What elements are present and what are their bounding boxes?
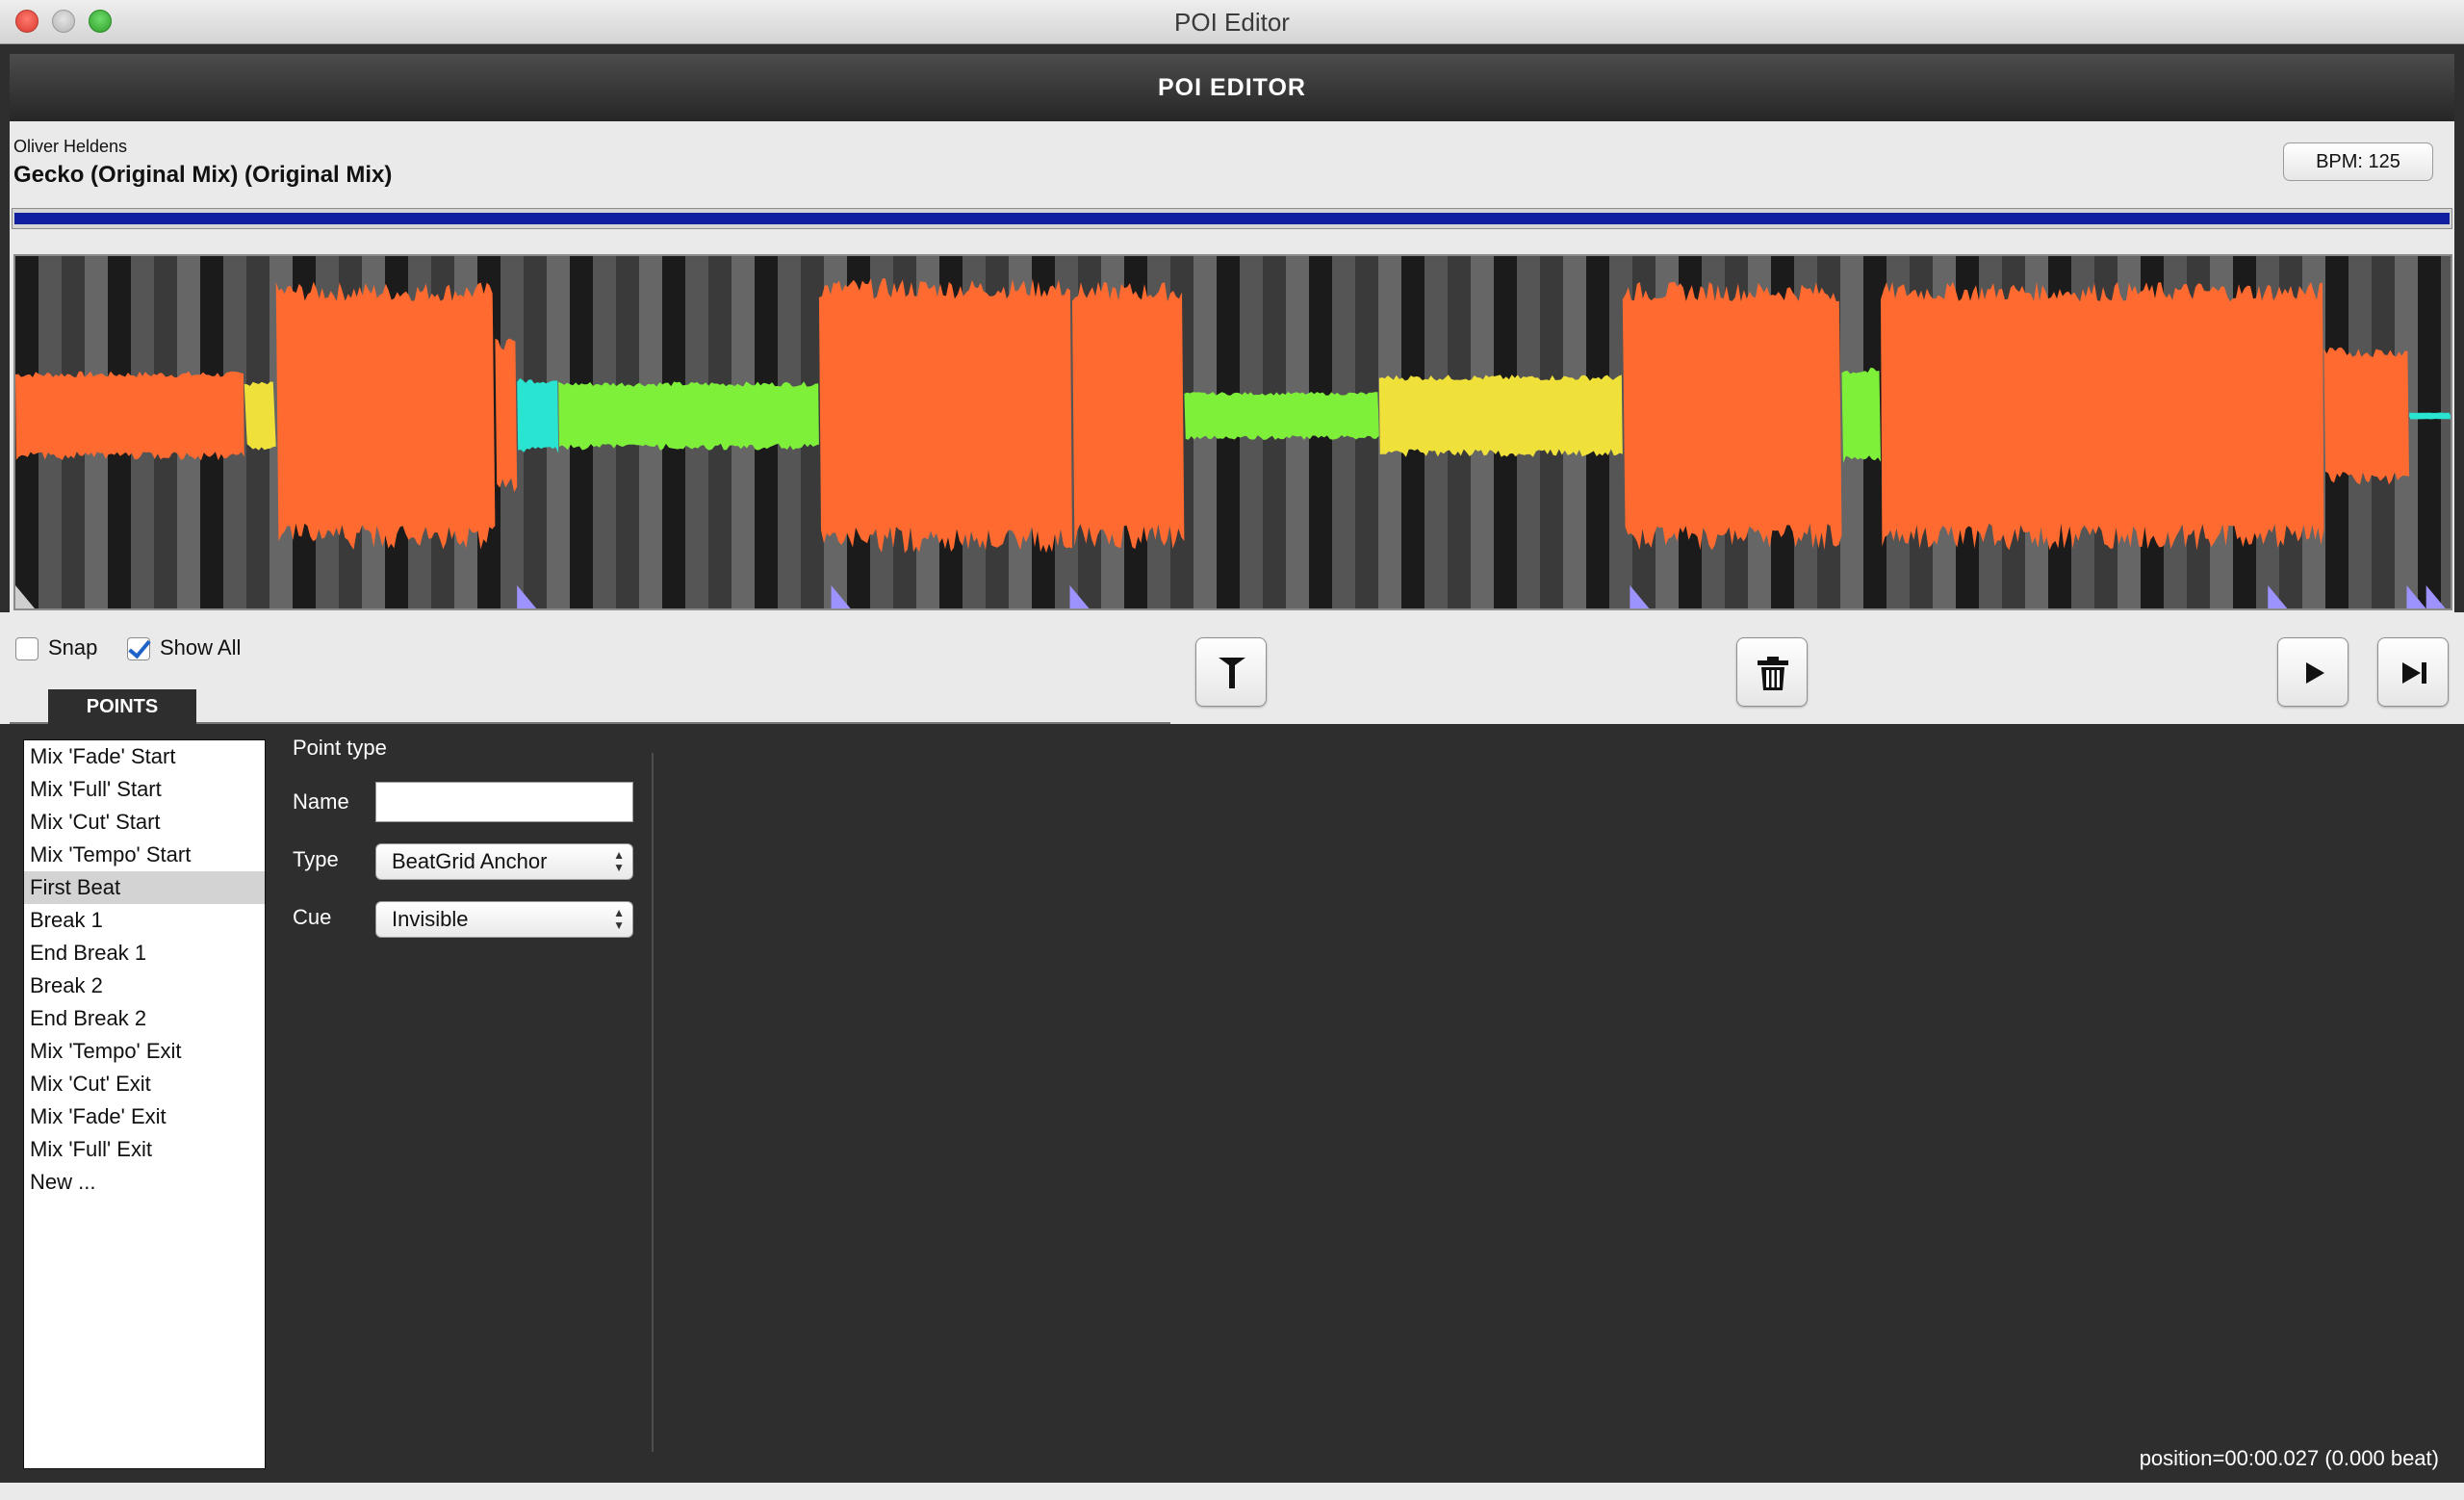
- window-title: POI Editor: [1174, 8, 1290, 37]
- track-progress-bar[interactable]: [12, 208, 2452, 229]
- list-item[interactable]: Mix 'Cut' Exit: [24, 1068, 265, 1100]
- waveform-section: [558, 381, 819, 451]
- list-item[interactable]: First Beat: [24, 871, 265, 904]
- list-item[interactable]: Mix 'Cut' Start: [24, 806, 265, 839]
- list-item[interactable]: New ...: [24, 1166, 265, 1199]
- waveform-section: [1072, 281, 1185, 550]
- track-progress-fill: [14, 213, 2450, 224]
- waveform-section: [244, 381, 276, 451]
- waveform-section: [1622, 281, 1842, 551]
- waveform-section: [2323, 347, 2409, 485]
- trash-icon: [1758, 657, 1788, 690]
- skip-next-icon: [2402, 662, 2426, 684]
- tab-points[interactable]: POINTS: [48, 689, 196, 724]
- select-arrows-icon: ▲ ▼: [613, 906, 625, 932]
- bpm-button[interactable]: BPM: 125: [2283, 142, 2433, 181]
- cue-select[interactable]: Invisible ▲ ▼: [375, 901, 633, 938]
- list-item[interactable]: Mix 'Tempo' Exit: [24, 1035, 265, 1068]
- name-input[interactable]: [375, 782, 633, 822]
- track-info: Oliver Heldens Gecko (Original Mix) (Ori…: [10, 121, 2454, 254]
- list-item[interactable]: Mix 'Fade' Exit: [24, 1100, 265, 1133]
- delete-point-button[interactable]: [1736, 637, 1808, 707]
- point-form: Point type Name Type BeatGrid Anchor ▲ ▼ …: [293, 724, 653, 1456]
- list-item[interactable]: Mix 'Fade' Start: [24, 740, 265, 773]
- artist-name: Oliver Heldens: [13, 137, 128, 156]
- list-item[interactable]: End Break 1: [24, 937, 265, 970]
- waveform-section: [517, 377, 559, 453]
- name-label: Name: [293, 789, 349, 814]
- track-title: Gecko (Original Mix) (Original Mix): [13, 162, 393, 188]
- list-item[interactable]: Mix 'Tempo' Start: [24, 839, 265, 871]
- cue-label: Cue: [293, 905, 332, 929]
- play-icon: [2306, 662, 2324, 684]
- beat-stripe: [2418, 256, 2441, 608]
- waveform-section: [818, 278, 1072, 554]
- controls-row: Snap Show All POINTS: [0, 612, 2464, 724]
- list-item[interactable]: Mix 'Full' Start: [24, 773, 265, 806]
- form-divider: [652, 753, 654, 1452]
- list-item[interactable]: End Break 2: [24, 1002, 265, 1035]
- marker-pin-icon: [1219, 658, 1245, 688]
- show-all-label: Show All: [160, 635, 242, 659]
- type-select[interactable]: BeatGrid Anchor ▲ ▼: [375, 843, 633, 880]
- waveform-canvas[interactable]: [15, 256, 2451, 608]
- waveform-section: [1378, 375, 1623, 457]
- play-button[interactable]: [2277, 637, 2348, 707]
- skip-to-next-button[interactable]: [2377, 637, 2449, 707]
- type-label: Type: [293, 847, 339, 871]
- position-readout: position=00:00.027 (0.000 beat): [2139, 1446, 2439, 1470]
- list-item[interactable]: Break 2: [24, 970, 265, 1002]
- points-panel: Mix 'Fade' Start Mix 'Full' Start Mix 'Cut…: [10, 724, 2454, 1483]
- list-item[interactable]: Break 1: [24, 904, 265, 937]
- points-list[interactable]: Mix 'Fade' Start Mix 'Full' Start Mix 'Cut…: [23, 739, 266, 1469]
- waveform-section: [1881, 281, 2324, 551]
- beat-stripe: [2441, 256, 2451, 608]
- waveform-section: [275, 281, 496, 550]
- bottom-strip: [0, 1483, 2464, 1500]
- waveform-section: [495, 338, 518, 493]
- snap-checkbox[interactable]: [15, 637, 38, 660]
- type-select-value: BeatGrid Anchor: [392, 849, 548, 873]
- waveform-display[interactable]: [13, 254, 2452, 610]
- cue-select-value: Invisible: [392, 907, 469, 931]
- editor-header: POI EDITOR: [10, 54, 2454, 121]
- poi-editor-window: POI Editor POI EDITOR Oliver Heldens Gec…: [0, 0, 2464, 1500]
- select-arrows-icon: ▲ ▼: [613, 848, 625, 874]
- waveform-section: [1841, 367, 1881, 463]
- list-item[interactable]: Mix 'Full' Exit: [24, 1133, 265, 1166]
- snap-label: Snap: [48, 635, 98, 659]
- show-all-checkbox[interactable]: [127, 637, 150, 660]
- waveform-section: [1184, 392, 1379, 440]
- waveform-area: [10, 254, 2454, 612]
- add-marker-button[interactable]: [1195, 637, 1267, 707]
- title-bar: POI Editor: [0, 0, 2464, 44]
- waveform-section: [15, 371, 244, 461]
- point-type-heading: Point type: [293, 736, 387, 760]
